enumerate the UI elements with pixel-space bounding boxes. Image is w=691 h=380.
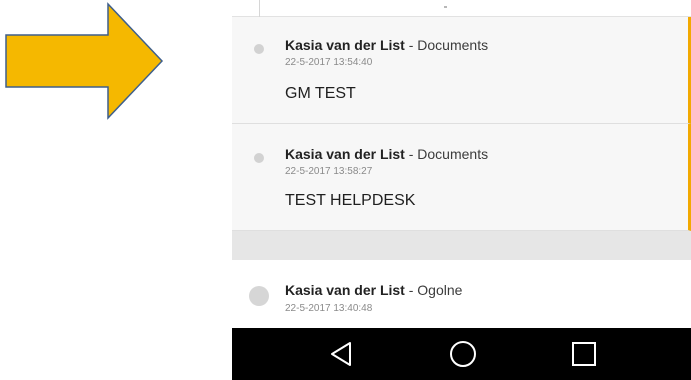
timestamp: 22-5-2017 13:58:27 bbox=[285, 166, 373, 177]
feed-item-header: Kasia van der List - Documents bbox=[285, 37, 488, 53]
feed-item-header: Kasia van der List - Documents bbox=[285, 146, 488, 162]
back-triangle-icon[interactable] bbox=[324, 338, 360, 370]
timestamp: 22-5-2017 13:54:40 bbox=[285, 57, 373, 68]
navigation-bar bbox=[232, 328, 691, 380]
message-text: GM TEST bbox=[285, 85, 356, 102]
timeline-bullet bbox=[254, 153, 264, 163]
recents-square-icon[interactable] bbox=[566, 338, 602, 370]
category-label: Documents bbox=[417, 37, 489, 53]
feed-item[interactable]: Kasia van der List - Documents 22-5-2017… bbox=[232, 17, 691, 124]
arrow-right-icon bbox=[5, 2, 164, 120]
separator: - bbox=[408, 146, 418, 162]
previous-item-bottom bbox=[232, 0, 691, 17]
feed-item-header: Kasia van der List - Ogolne bbox=[285, 282, 462, 298]
author-name: Kasia van der List bbox=[285, 146, 405, 162]
author-name: Kasia van der List bbox=[285, 37, 405, 53]
timeline-bullet bbox=[254, 44, 264, 54]
feed-item[interactable]: Kasia van der List - Ogolne 22-5-2017 13… bbox=[232, 260, 691, 328]
separator: - bbox=[408, 282, 418, 298]
category-label: Documents bbox=[417, 146, 489, 162]
category-label: Ogolne bbox=[417, 282, 463, 298]
home-circle-icon[interactable] bbox=[445, 338, 481, 370]
timeline-bullet bbox=[249, 286, 269, 306]
separator: - bbox=[408, 37, 418, 53]
section-divider bbox=[232, 231, 691, 260]
timestamp: 22-5-2017 13:40:48 bbox=[285, 303, 373, 314]
phone-screen: Kasia van der List - Documents 22-5-2017… bbox=[232, 0, 691, 380]
feed-item[interactable]: Kasia van der List - Documents 22-5-2017… bbox=[232, 124, 691, 231]
author-name: Kasia van der List bbox=[285, 282, 405, 298]
message-text: TEST HELPDESK bbox=[285, 192, 416, 209]
